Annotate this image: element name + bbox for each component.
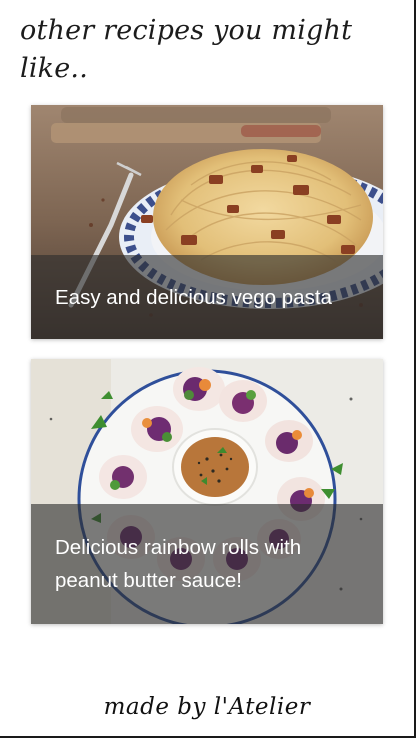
- section-heading: other recipes you might like..: [20, 15, 353, 84]
- recipe-card-rainbow-rolls[interactable]: Delicious rainbow rolls with peanut butt…: [31, 359, 383, 624]
- footer-credit: made by l'Atelier: [103, 694, 311, 720]
- recipe-card-title: Easy and delicious vego pasta: [31, 255, 383, 339]
- recipe-card-title: Delicious rainbow rolls with peanut butt…: [31, 504, 383, 624]
- recipe-card-vego-pasta[interactable]: Easy and delicious vego pasta: [31, 105, 383, 339]
